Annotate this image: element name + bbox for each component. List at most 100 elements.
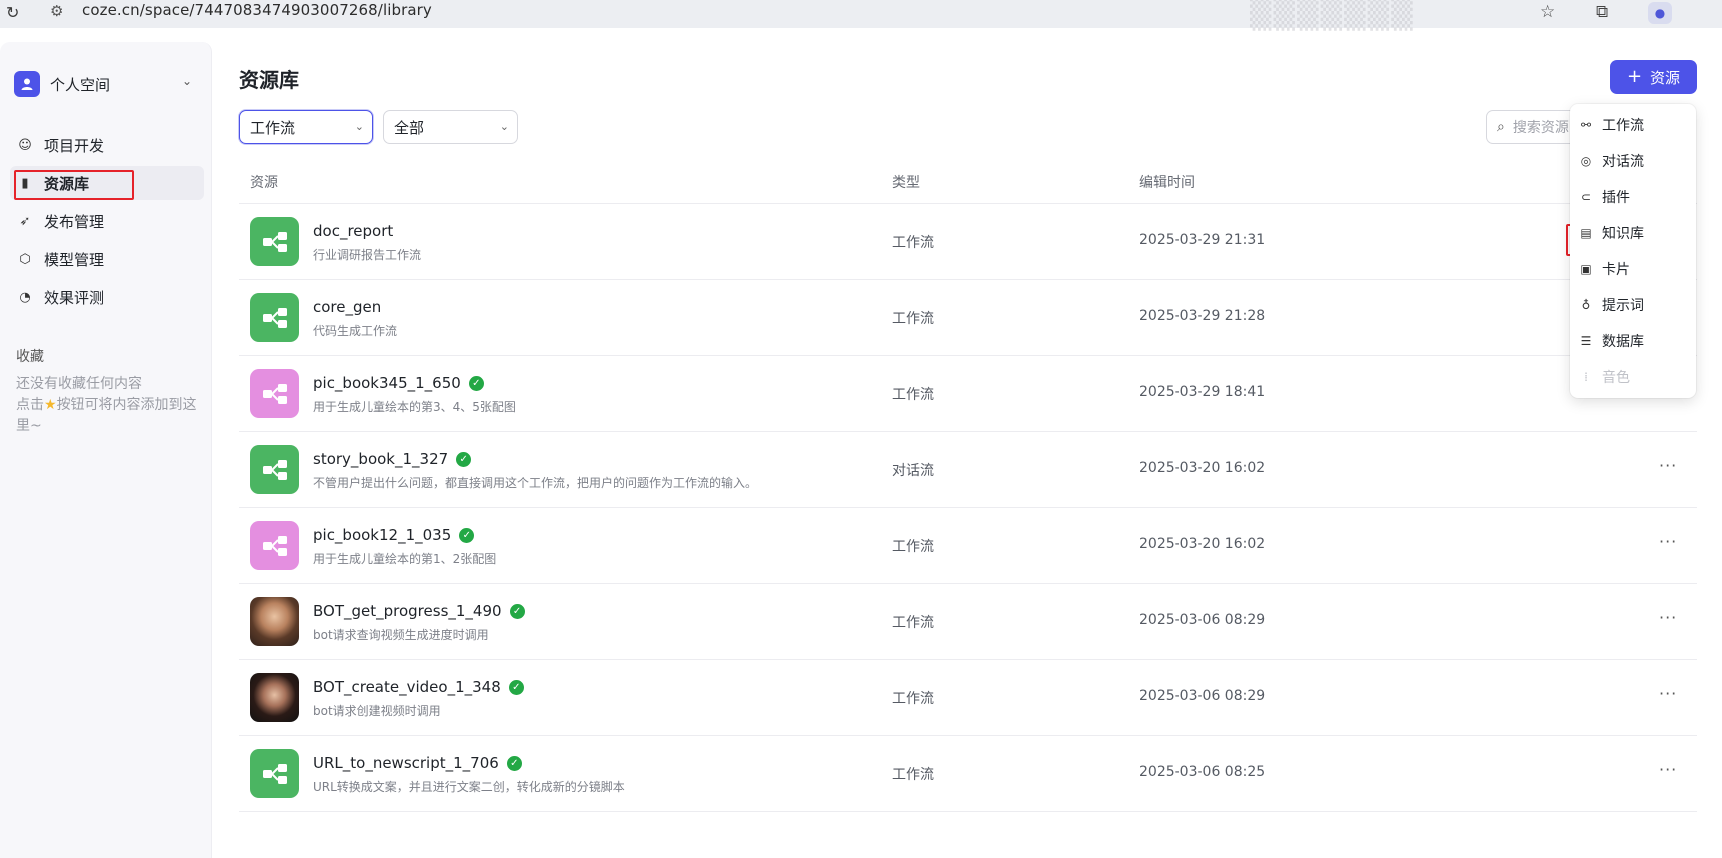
sidebar-item-models[interactable]: ⬡ 模型管理 xyxy=(10,242,204,276)
profile-avatar-icon[interactable]: ● xyxy=(1648,2,1672,24)
sidebar: 个人空间 ⌄ ☺ 项目开发 ▮ 资源库 ➶ 发布管理 ⬡ 模型管理 ◔ 效果评测… xyxy=(0,42,212,858)
site-settings-icon[interactable]: ⚙ xyxy=(50,2,63,20)
extensions-icon[interactable]: ⧉ xyxy=(1596,2,1608,22)
sidebar-item-label: 资源库 xyxy=(44,174,90,193)
page-title: 资源库 xyxy=(239,68,299,92)
library-icon: ▮ xyxy=(21,175,29,191)
table-row[interactable]: pic_book12_1_035 ✓ 用于生成儿童绘本的第1、2张配图 工作流 2025… xyxy=(239,508,1697,584)
verified-check-icon: ✓ xyxy=(506,755,522,771)
sidebar-item-library[interactable]: ▮ 资源库 xyxy=(10,166,204,200)
resource-name-text: doc_report xyxy=(313,222,394,240)
menu-item-chatflow[interactable]: ◎ 对话流 xyxy=(1578,146,1690,176)
resource-description: 代码生成工作流 xyxy=(313,324,398,338)
bookmark-star-icon[interactable]: ☆ xyxy=(1540,2,1555,22)
resource-type: 工作流 xyxy=(892,235,934,251)
more-options-icon[interactable]: ··· xyxy=(1659,456,1677,475)
resource-name-text: BOT_get_progress_1_490 xyxy=(313,602,502,620)
resource-type: 工作流 xyxy=(892,539,934,555)
add-resource-menu: ⚯ 工作流 ◎ 对话流 ⊂ 插件 ▤ 知识库 ▣ 卡片 ♁ 提示词 ☰ 数据库 … xyxy=(1570,104,1696,398)
menu-item-knowledge[interactable]: ▤ 知识库 xyxy=(1578,218,1690,248)
more-options-icon[interactable]: ··· xyxy=(1659,608,1677,627)
chevron-down-icon: ⌄ xyxy=(181,74,192,88)
table-row[interactable]: URL_to_newscript_1_706 ✓ URL转换成文案，并且进行文案二创… xyxy=(239,736,1697,812)
more-options-icon[interactable]: ··· xyxy=(1659,532,1677,551)
voice-icon: ⁞ xyxy=(1584,370,1588,384)
reload-icon[interactable]: ↻ xyxy=(6,3,19,22)
scope-filter-select[interactable]: 全部 ⌄ xyxy=(383,110,518,144)
table-row[interactable]: core_gen 代码生成工作流 工作流 2025-03-29 21:28 xyxy=(239,280,1697,356)
avatar xyxy=(250,673,299,722)
watermark: ▒▒▒▒▒▒▒ xyxy=(1250,0,1415,31)
resource-name[interactable]: BOT_create_video_1_348 ✓ xyxy=(313,678,524,696)
sidebar-item-publish[interactable]: ➶ 发布管理 xyxy=(10,204,204,238)
table-header: 资源 类型 编辑时间 xyxy=(239,168,1697,204)
chatflow-icon: ◎ xyxy=(1580,154,1592,168)
search-icon: ⌕ xyxy=(1497,119,1505,135)
resource-name[interactable]: core_gen xyxy=(313,298,381,316)
type-filter-select[interactable]: 工作流 ⌄ xyxy=(239,110,373,144)
verified-check-icon: ✓ xyxy=(456,451,472,467)
sidebar-item-label: 模型管理 xyxy=(44,250,105,269)
more-options-icon[interactable]: ··· xyxy=(1659,760,1677,779)
resource-description: bot请求创建视频时调用 xyxy=(313,704,441,718)
favorites-empty-line2: 点击★按钮可将内容添加到这里~ xyxy=(16,395,206,437)
resource-name[interactable]: doc_report xyxy=(313,222,393,240)
workflow-icon xyxy=(250,445,299,494)
resource-type: 工作流 xyxy=(892,387,934,403)
table-row[interactable]: pic_book345_1_650 ✓ 用于生成儿童绘本的第3、4、5张配图 工作流 2… xyxy=(239,356,1697,432)
sidebar-item-projects[interactable]: ☺ 项目开发 xyxy=(10,128,204,162)
menu-item-label: 音色 xyxy=(1602,370,1630,386)
menu-item-label: 数据库 xyxy=(1602,334,1644,350)
table-row[interactable]: BOT_get_progress_1_490 ✓ bot请求查询视频生成进度时调用 工… xyxy=(239,584,1697,660)
resource-edit-time: 2025-03-06 08:29 xyxy=(1139,612,1266,628)
resource-name-text: BOT_create_video_1_348 xyxy=(313,678,501,696)
menu-item-prompt[interactable]: ♁ 提示词 xyxy=(1578,290,1690,320)
menu-item-database[interactable]: ☰ 数据库 xyxy=(1578,326,1690,356)
table-row[interactable]: story_book_1_327 ✓ 不管用户提出什么问题，都直接调用这个工作流，把… xyxy=(239,432,1697,508)
url-text[interactable]: coze.cn/space/7447083474903007268/librar… xyxy=(82,1,432,19)
menu-item-card[interactable]: ▣ 卡片 xyxy=(1578,254,1690,284)
add-resource-button[interactable]: + 资源 xyxy=(1610,60,1697,94)
table-row[interactable]: doc_report 行业调研报告工作流 工作流 2025-03-29 21:31 xyxy=(239,204,1697,280)
search-placeholder: 搜索资源 xyxy=(1512,120,1569,136)
resource-edit-time: 2025-03-20 16:02 xyxy=(1139,536,1266,552)
space-switcher[interactable]: 个人空间 ⌄ xyxy=(14,70,200,98)
sidebar-item-label: 发布管理 xyxy=(44,212,105,231)
favorites-empty-line1: 还没有收藏任何内容 xyxy=(16,376,142,392)
browser-address-bar: ↻ ⚙ coze.cn/space/7447083474903007268/li… xyxy=(0,0,1722,31)
resource-name[interactable]: pic_book12_1_035 ✓ xyxy=(313,526,475,544)
verified-check-icon: ✓ xyxy=(509,603,525,619)
gauge-icon: ◔ xyxy=(19,289,31,305)
resource-description: 行业调研报告工作流 xyxy=(313,248,422,262)
column-header-type: 类型 xyxy=(892,175,920,191)
verified-check-icon: ✓ xyxy=(468,375,484,391)
resource-type: 对话流 xyxy=(892,463,934,479)
resource-description: 用于生成儿童绘本的第3、4、5张配图 xyxy=(313,400,516,414)
column-header-resource: 资源 xyxy=(250,175,278,191)
resource-edit-time: 2025-03-06 08:25 xyxy=(1139,764,1266,780)
more-options-icon[interactable]: ··· xyxy=(1659,684,1677,703)
menu-item-label: 卡片 xyxy=(1602,262,1630,278)
resource-name[interactable]: pic_book345_1_650 ✓ xyxy=(313,374,484,392)
plugin-icon: ⊂ xyxy=(1580,190,1592,204)
resource-name-text: pic_book12_1_035 xyxy=(313,526,452,544)
resource-name[interactable]: URL_to_newscript_1_706 ✓ xyxy=(313,754,522,772)
resource-name[interactable]: BOT_get_progress_1_490 ✓ xyxy=(313,602,525,620)
workflow-icon: ⚯ xyxy=(1580,118,1592,132)
resource-name-text: URL_to_newscript_1_706 xyxy=(313,754,499,772)
resource-description: URL转换成文案，并且进行文案二创，转化成新的分镜脚本 xyxy=(313,780,625,794)
menu-item-workflow[interactable]: ⚯ 工作流 xyxy=(1578,110,1690,140)
menu-item-plugin[interactable]: ⊂ 插件 xyxy=(1578,182,1690,212)
rocket-icon: ➶ xyxy=(19,213,31,229)
resource-edit-time: 2025-03-29 18:41 xyxy=(1139,384,1266,400)
robot-icon: ☺ xyxy=(18,137,32,153)
resource-edit-time: 2025-03-29 21:31 xyxy=(1139,232,1266,248)
table-row[interactable]: BOT_create_video_1_348 ✓ bot请求创建视频时调用 工作流 20… xyxy=(239,660,1697,736)
sidebar-item-evaluation[interactable]: ◔ 效果评测 xyxy=(10,280,204,314)
type-filter-value: 工作流 xyxy=(250,118,296,137)
card-icon: ▣ xyxy=(1580,262,1592,276)
avatar xyxy=(250,597,299,646)
resource-type: 工作流 xyxy=(892,311,934,327)
resource-name[interactable]: story_book_1_327 ✓ xyxy=(313,450,472,468)
workflow-icon xyxy=(250,521,299,570)
